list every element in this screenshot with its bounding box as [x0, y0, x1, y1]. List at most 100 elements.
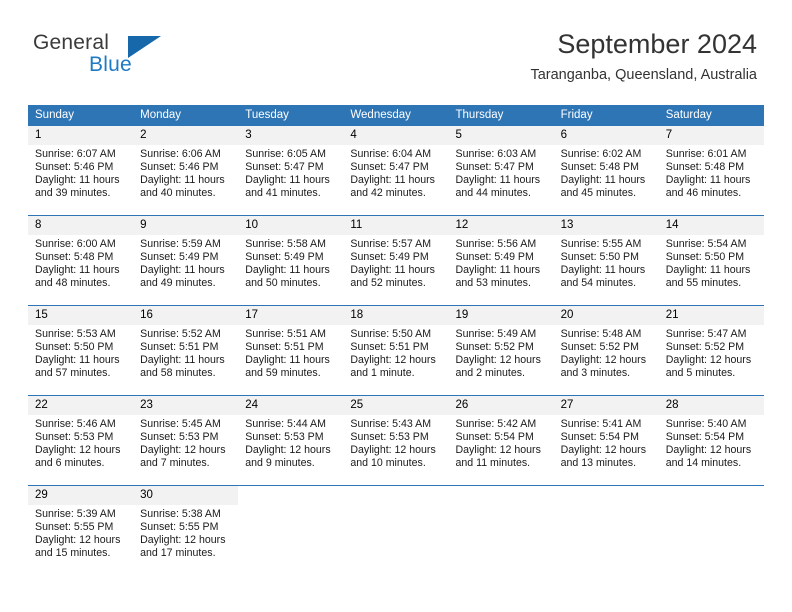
- day-number: 19: [448, 306, 554, 325]
- week-spacer-cell: [553, 477, 659, 486]
- sunset-text: Sunset: 5:55 PM: [35, 521, 114, 534]
- day-cell-content: 19 Sunrise: 5:49 AM Sunset: 5:52 PM Dayligh…: [448, 306, 554, 387]
- sunrise-text: Sunrise: 5:42 AM: [455, 418, 537, 430]
- day-cell[interactable]: 27 Sunrise: 5:41 AM Sunset: 5:54 PM Dayligh…: [553, 395, 659, 477]
- day-cell-empty: [343, 486, 448, 567]
- day-cell[interactable]: 12 Sunrise: 5:56 AM Sunset: 5:49 PM Dayligh…: [448, 215, 554, 297]
- day-cell[interactable]: 9 Sunrise: 5:59 AM Sunset: 5:49 PM Daylight…: [133, 215, 239, 297]
- week-spacer-cell: [553, 387, 659, 396]
- week-spacer-cell: [448, 477, 554, 486]
- day-cell[interactable]: 23 Sunrise: 5:45 AM Sunset: 5:53 PM Dayligh…: [133, 395, 239, 477]
- sunset-text: Sunset: 5:52 PM: [665, 341, 745, 354]
- day-cell[interactable]: 24 Sunrise: 5:44 AM Sunset: 5:53 PM Dayligh…: [238, 395, 344, 477]
- day-cell[interactable]: 25 Sunrise: 5:43 AM Sunset: 5:53 PM Dayligh…: [343, 395, 449, 477]
- week-spacer-cell: [448, 297, 554, 306]
- day-details: Sunrise: 5:48 AM Sunset: 5:52 PM Daylight:…: [554, 325, 659, 380]
- weekday-header-saturday: Saturday: [658, 105, 764, 126]
- sunrise-text: Sunrise: 5:39 AM: [35, 508, 116, 520]
- day-cell[interactable]: [553, 485, 659, 567]
- day-cell[interactable]: 6 Sunrise: 6:02 AM Sunset: 5:48 PM Daylight…: [553, 125, 659, 207]
- day-number: 23: [133, 396, 239, 415]
- week-spacer: [28, 387, 764, 396]
- week-spacer-cell: [553, 207, 659, 216]
- page-title: September 2024: [557, 29, 757, 59]
- day-cell[interactable]: 10 Sunrise: 5:58 AM Sunset: 5:49 PM Dayligh…: [238, 215, 344, 297]
- day-cell-content: 22 Sunrise: 5:46 AM Sunset: 5:53 PM Dayligh…: [28, 396, 134, 477]
- day-number: 5: [448, 126, 554, 145]
- day-cell[interactable]: [238, 485, 344, 567]
- week-row: 15 Sunrise: 5:53 AM Sunset: 5:50 PM Dayligh…: [28, 305, 764, 387]
- sunset-text: Sunset: 5:50 PM: [35, 341, 114, 354]
- sunset-text: Sunset: 5:53 PM: [245, 431, 324, 444]
- day-cell[interactable]: 22 Sunrise: 5:46 AM Sunset: 5:53 PM Dayligh…: [28, 395, 134, 477]
- day-details: Sunrise: 5:47 AM Sunset: 5:52 PM Daylight:…: [659, 325, 764, 380]
- day-cell-content: 10 Sunrise: 5:58 AM Sunset: 5:49 PM Dayligh…: [238, 216, 344, 297]
- day-cell[interactable]: 16 Sunrise: 5:52 AM Sunset: 5:51 PM Dayligh…: [133, 305, 239, 387]
- day-cell[interactable]: 14 Sunrise: 5:54 AM Sunset: 5:50 PM Dayligh…: [658, 215, 764, 297]
- daylight-text: Daylight: 12 hours and 3 minutes.: [560, 354, 647, 380]
- weekday-header-monday: Monday: [133, 105, 239, 126]
- sunset-text: Sunset: 5:51 PM: [140, 341, 219, 354]
- day-cell[interactable]: 1 Sunrise: 6:07 AM Sunset: 5:46 PM Daylight…: [28, 125, 134, 207]
- week-spacer-cell: [448, 207, 554, 216]
- sunset-text: Sunset: 5:55 PM: [140, 521, 219, 534]
- day-number: 20: [553, 306, 659, 325]
- day-details: Sunrise: 6:00 AM Sunset: 5:48 PM Daylight:…: [28, 235, 133, 290]
- day-cell[interactable]: [343, 485, 449, 567]
- sunrise-sunset-calendar: Sunday Monday Tuesday Wednesday Thursday…: [28, 105, 764, 567]
- day-cell[interactable]: 28 Sunrise: 5:40 AM Sunset: 5:54 PM Dayligh…: [658, 395, 764, 477]
- day-details: Sunrise: 6:06 AM Sunset: 5:46 PM Daylight:…: [133, 145, 238, 200]
- day-number: 12: [448, 216, 554, 235]
- daylight-text: Daylight: 11 hours and 41 minutes.: [245, 174, 330, 200]
- day-cell[interactable]: 11 Sunrise: 5:57 AM Sunset: 5:49 PM Dayligh…: [343, 215, 449, 297]
- day-cell[interactable]: 3 Sunrise: 6:05 AM Sunset: 5:47 PM Daylight…: [238, 125, 344, 207]
- day-cell-content: 13 Sunrise: 5:55 AM Sunset: 5:50 PM Dayligh…: [553, 216, 659, 297]
- day-details: Sunrise: 6:07 AM Sunset: 5:46 PM Daylight:…: [28, 145, 133, 200]
- daylight-text: Daylight: 11 hours and 59 minutes.: [245, 354, 330, 380]
- day-cell[interactable]: 7 Sunrise: 6:01 AM Sunset: 5:48 PM Daylight…: [658, 125, 764, 207]
- generalblue-logo[interactable]: General Blue: [33, 31, 213, 83]
- day-cell[interactable]: 20 Sunrise: 5:48 AM Sunset: 5:52 PM Dayligh…: [553, 305, 659, 387]
- day-cell[interactable]: 4 Sunrise: 6:04 AM Sunset: 5:47 PM Daylight…: [343, 125, 449, 207]
- day-cell[interactable]: [658, 485, 764, 567]
- sunrise-text: Sunrise: 5:46 AM: [35, 418, 116, 430]
- week-spacer-cell: [133, 207, 239, 216]
- day-cell-content: 30 Sunrise: 5:38 AM Sunset: 5:55 PM Dayligh…: [133, 486, 239, 567]
- sunset-text: Sunset: 5:47 PM: [245, 161, 324, 174]
- logo-text-blue: Blue: [89, 53, 132, 76]
- daylight-text: Daylight: 11 hours and 55 minutes.: [665, 264, 751, 290]
- day-details: Sunrise: 5:53 AM Sunset: 5:50 PM Daylight:…: [28, 325, 133, 380]
- daylight-text: Daylight: 12 hours and 11 minutes.: [455, 444, 541, 470]
- day-cell[interactable]: 26 Sunrise: 5:42 AM Sunset: 5:54 PM Dayligh…: [448, 395, 554, 477]
- day-number: 21: [658, 306, 764, 325]
- day-cell-content: 16 Sunrise: 5:52 AM Sunset: 5:51 PM Dayligh…: [133, 306, 239, 387]
- day-cell[interactable]: 8 Sunrise: 6:00 AM Sunset: 5:48 PM Daylight…: [28, 215, 134, 297]
- day-cell[interactable]: 18 Sunrise: 5:50 AM Sunset: 5:51 PM Dayligh…: [343, 305, 449, 387]
- sunrise-text: Sunrise: 5:52 AM: [140, 328, 221, 340]
- day-details: Sunrise: 6:04 AM Sunset: 5:47 PM Daylight:…: [343, 145, 448, 200]
- sunrise-text: Sunrise: 6:00 AM: [35, 238, 116, 250]
- sunrise-text: Sunrise: 5:57 AM: [350, 238, 432, 250]
- sunrise-text: Sunrise: 6:04 AM: [350, 148, 432, 160]
- day-details: Sunrise: 5:44 AM Sunset: 5:53 PM Daylight:…: [238, 415, 343, 470]
- day-cell[interactable]: 17 Sunrise: 5:51 AM Sunset: 5:51 PM Dayligh…: [238, 305, 344, 387]
- day-cell[interactable]: 2 Sunrise: 6:06 AM Sunset: 5:46 PM Daylight…: [133, 125, 239, 207]
- sunrise-text: Sunrise: 5:51 AM: [245, 328, 326, 340]
- daylight-text: Daylight: 11 hours and 53 minutes.: [455, 264, 541, 290]
- day-cell[interactable]: [448, 485, 554, 567]
- day-cell[interactable]: 30 Sunrise: 5:38 AM Sunset: 5:55 PM Dayligh…: [133, 485, 239, 567]
- day-cell[interactable]: 5 Sunrise: 6:03 AM Sunset: 5:47 PM Daylight…: [448, 125, 554, 207]
- day-cell[interactable]: 29 Sunrise: 5:39 AM Sunset: 5:55 PM Dayligh…: [28, 485, 134, 567]
- day-cell[interactable]: 15 Sunrise: 5:53 AM Sunset: 5:50 PM Dayligh…: [28, 305, 134, 387]
- day-cell[interactable]: 19 Sunrise: 5:49 AM Sunset: 5:52 PM Dayligh…: [448, 305, 554, 387]
- day-cell-empty: [449, 486, 554, 567]
- sunset-text: Sunset: 5:54 PM: [665, 431, 745, 444]
- weekday-header-thursday: Thursday: [448, 105, 554, 126]
- daylight-text: Daylight: 11 hours and 39 minutes.: [35, 174, 120, 200]
- day-cell-content: 8 Sunrise: 6:00 AM Sunset: 5:48 PM Daylight…: [28, 216, 134, 297]
- day-cell-content: 15 Sunrise: 5:53 AM Sunset: 5:50 PM Dayligh…: [28, 306, 134, 387]
- day-cell[interactable]: 21 Sunrise: 5:47 AM Sunset: 5:52 PM Dayligh…: [658, 305, 764, 387]
- day-number: 6: [553, 126, 659, 145]
- day-cell[interactable]: 13 Sunrise: 5:55 AM Sunset: 5:50 PM Dayligh…: [553, 215, 659, 297]
- day-cell-content: 20 Sunrise: 5:48 AM Sunset: 5:52 PM Dayligh…: [553, 306, 659, 387]
